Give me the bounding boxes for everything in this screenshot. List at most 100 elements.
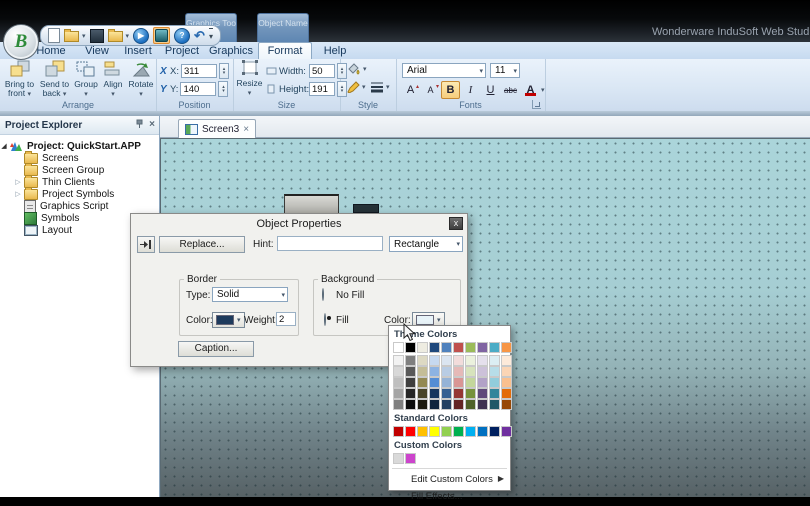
expander-icon[interactable]: ▷ bbox=[14, 178, 22, 186]
undo-icon[interactable]: ↶ bbox=[194, 29, 205, 43]
theme-variant-2-swatch-8[interactable] bbox=[489, 377, 500, 388]
theme-variant-2-swatch-6[interactable] bbox=[465, 377, 476, 388]
theme-variant-0-swatch-2[interactable] bbox=[417, 355, 428, 366]
application-menu-button[interactable]: B bbox=[3, 24, 39, 60]
rotate-button[interactable]: Rotate▾ bbox=[127, 60, 155, 99]
underline-button[interactable]: U bbox=[481, 81, 500, 99]
tree-item-graphics-script[interactable]: Graphics Script bbox=[14, 200, 108, 212]
theme-color-swatch-8[interactable] bbox=[489, 342, 500, 353]
theme-color-swatch-9[interactable] bbox=[501, 342, 512, 353]
theme-variant-3-swatch-7[interactable] bbox=[477, 388, 488, 399]
dropdown-arrow-icon[interactable]: ▾ bbox=[126, 32, 130, 40]
font-name-combo[interactable]: Arial ▾ bbox=[402, 63, 486, 78]
theme-variant-0-swatch-5[interactable] bbox=[453, 355, 464, 366]
theme-variant-4-swatch-1[interactable] bbox=[405, 399, 416, 410]
no-fill-radio[interactable] bbox=[322, 288, 324, 301]
theme-variant-3-swatch-9[interactable] bbox=[501, 388, 512, 399]
standard-color-swatch-5[interactable] bbox=[453, 426, 464, 437]
close-panel-icon[interactable]: × bbox=[149, 120, 155, 129]
fill-color-button[interactable]: ▾ bbox=[346, 62, 367, 75]
expander-icon[interactable]: ▷ bbox=[14, 190, 22, 198]
help-icon[interactable]: ? bbox=[174, 28, 190, 44]
theme-variant-1-swatch-1[interactable] bbox=[405, 366, 416, 377]
standard-color-swatch-1[interactable] bbox=[405, 426, 416, 437]
theme-variant-1-swatch-3[interactable] bbox=[429, 366, 440, 377]
theme-variant-4-swatch-2[interactable] bbox=[417, 399, 428, 410]
theme-variant-3-swatch-1[interactable] bbox=[405, 388, 416, 399]
theme-variant-2-swatch-1[interactable] bbox=[405, 377, 416, 388]
theme-variant-4-swatch-0[interactable] bbox=[393, 399, 404, 410]
fill-effects-item[interactable]: Fill Effects... bbox=[389, 488, 510, 505]
contextual-tab-object-name[interactable]: Object Name bbox=[257, 13, 309, 42]
tree-item-project[interactable]: ◢ Project: QuickStart.APP bbox=[0, 140, 141, 152]
font-size-combo[interactable]: 11 ▾ bbox=[490, 63, 520, 78]
theme-variant-4-swatch-8[interactable] bbox=[489, 399, 500, 410]
theme-variant-2-swatch-2[interactable] bbox=[417, 377, 428, 388]
standard-color-swatch-8[interactable] bbox=[489, 426, 500, 437]
standard-color-swatch-2[interactable] bbox=[417, 426, 428, 437]
theme-variant-3-swatch-0[interactable] bbox=[393, 388, 404, 399]
edit-custom-colors-item[interactable]: Edit Custom Colors ▶ bbox=[389, 471, 510, 488]
y-position-input[interactable] bbox=[180, 82, 216, 96]
theme-variant-0-swatch-8[interactable] bbox=[489, 355, 500, 366]
tree-item-layout[interactable]: Layout bbox=[14, 224, 72, 236]
theme-variant-1-swatch-5[interactable] bbox=[453, 366, 464, 377]
fonts-dialog-launcher[interactable] bbox=[532, 100, 541, 109]
theme-variant-4-swatch-3[interactable] bbox=[429, 399, 440, 410]
shrink-font-button[interactable]: A▾ bbox=[421, 81, 440, 99]
theme-color-swatch-7[interactable] bbox=[477, 342, 488, 353]
group-button[interactable]: Group▾ bbox=[73, 60, 99, 99]
canvas-object-small-rectangle[interactable] bbox=[353, 204, 379, 213]
dialog-pin-button[interactable] bbox=[137, 236, 155, 253]
theme-variant-2-swatch-7[interactable] bbox=[477, 377, 488, 388]
dialog-close-button[interactable]: x bbox=[449, 217, 463, 230]
theme-variant-1-swatch-0[interactable] bbox=[393, 366, 404, 377]
standard-color-swatch-6[interactable] bbox=[465, 426, 476, 437]
line-color-button[interactable]: ▾ bbox=[346, 80, 366, 93]
resize-button[interactable]: Resize▾ bbox=[236, 60, 263, 98]
theme-color-swatch-5[interactable] bbox=[453, 342, 464, 353]
replace-button[interactable]: Replace... bbox=[159, 236, 245, 253]
theme-variant-4-swatch-6[interactable] bbox=[465, 399, 476, 410]
object-type-combo[interactable]: Rectangle ▾ bbox=[389, 236, 463, 252]
standard-color-swatch-7[interactable] bbox=[477, 426, 488, 437]
line-style-button[interactable]: ▾ bbox=[370, 80, 390, 93]
theme-variant-3-swatch-6[interactable] bbox=[465, 388, 476, 399]
theme-color-swatch-0[interactable] bbox=[393, 342, 404, 353]
standard-color-swatch-9[interactable] bbox=[501, 426, 512, 437]
theme-variant-3-swatch-8[interactable] bbox=[489, 388, 500, 399]
theme-variant-1-swatch-6[interactable] bbox=[465, 366, 476, 377]
theme-variant-0-swatch-0[interactable] bbox=[393, 355, 404, 366]
standard-color-swatch-4[interactable] bbox=[441, 426, 452, 437]
font-color-button[interactable]: A bbox=[521, 81, 540, 99]
tree-item-screens[interactable]: Screens bbox=[14, 152, 79, 164]
width-input[interactable] bbox=[309, 64, 335, 78]
tree-item-project-symbols[interactable]: ▷ Project Symbols bbox=[14, 188, 114, 200]
theme-color-swatch-2[interactable] bbox=[417, 342, 428, 353]
caption-button[interactable]: Caption... bbox=[178, 341, 254, 357]
custom-color-swatch-1[interactable] bbox=[405, 453, 416, 464]
grow-font-button[interactable]: A▴ bbox=[401, 81, 420, 99]
theme-variant-2-swatch-5[interactable] bbox=[453, 377, 464, 388]
pin-icon[interactable] bbox=[135, 119, 144, 129]
strikethrough-button[interactable]: abc bbox=[501, 81, 520, 99]
theme-variant-3-swatch-2[interactable] bbox=[417, 388, 428, 399]
run-application-icon[interactable]: ▶ bbox=[133, 28, 149, 44]
theme-variant-1-swatch-8[interactable] bbox=[489, 366, 500, 377]
theme-variant-2-swatch-0[interactable] bbox=[393, 377, 404, 388]
bold-button[interactable]: B bbox=[441, 81, 460, 99]
theme-variant-1-swatch-7[interactable] bbox=[477, 366, 488, 377]
border-color-button[interactable]: ▾ bbox=[212, 312, 245, 328]
customize-quick-access-icon[interactable]: ▾ bbox=[209, 28, 213, 44]
tab-format[interactable]: Format bbox=[258, 42, 312, 59]
tab-help[interactable]: Help bbox=[316, 42, 354, 59]
custom-color-swatch-0[interactable] bbox=[393, 453, 404, 464]
theme-variant-0-swatch-6[interactable] bbox=[465, 355, 476, 366]
italic-button[interactable]: I bbox=[461, 81, 480, 99]
theme-variant-3-swatch-4[interactable] bbox=[441, 388, 452, 399]
x-position-input[interactable] bbox=[181, 64, 217, 78]
x-position-spinner[interactable]: ▴▾ bbox=[219, 63, 229, 79]
theme-color-swatch-3[interactable] bbox=[429, 342, 440, 353]
standard-color-swatch-3[interactable] bbox=[429, 426, 440, 437]
new-document-icon[interactable] bbox=[48, 28, 60, 43]
